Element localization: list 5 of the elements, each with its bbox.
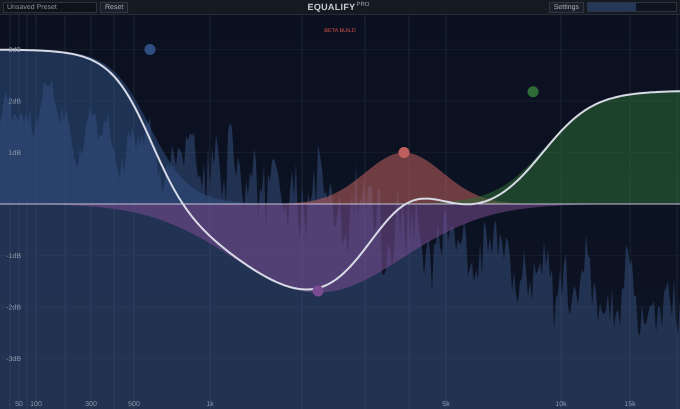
band-handle[interactable]	[312, 286, 324, 297]
band-handle[interactable]	[398, 147, 410, 158]
band-handle[interactable]	[528, 86, 538, 98]
band-handle[interactable]	[144, 44, 156, 55]
app-title: EQUALIFY	[308, 2, 356, 12]
